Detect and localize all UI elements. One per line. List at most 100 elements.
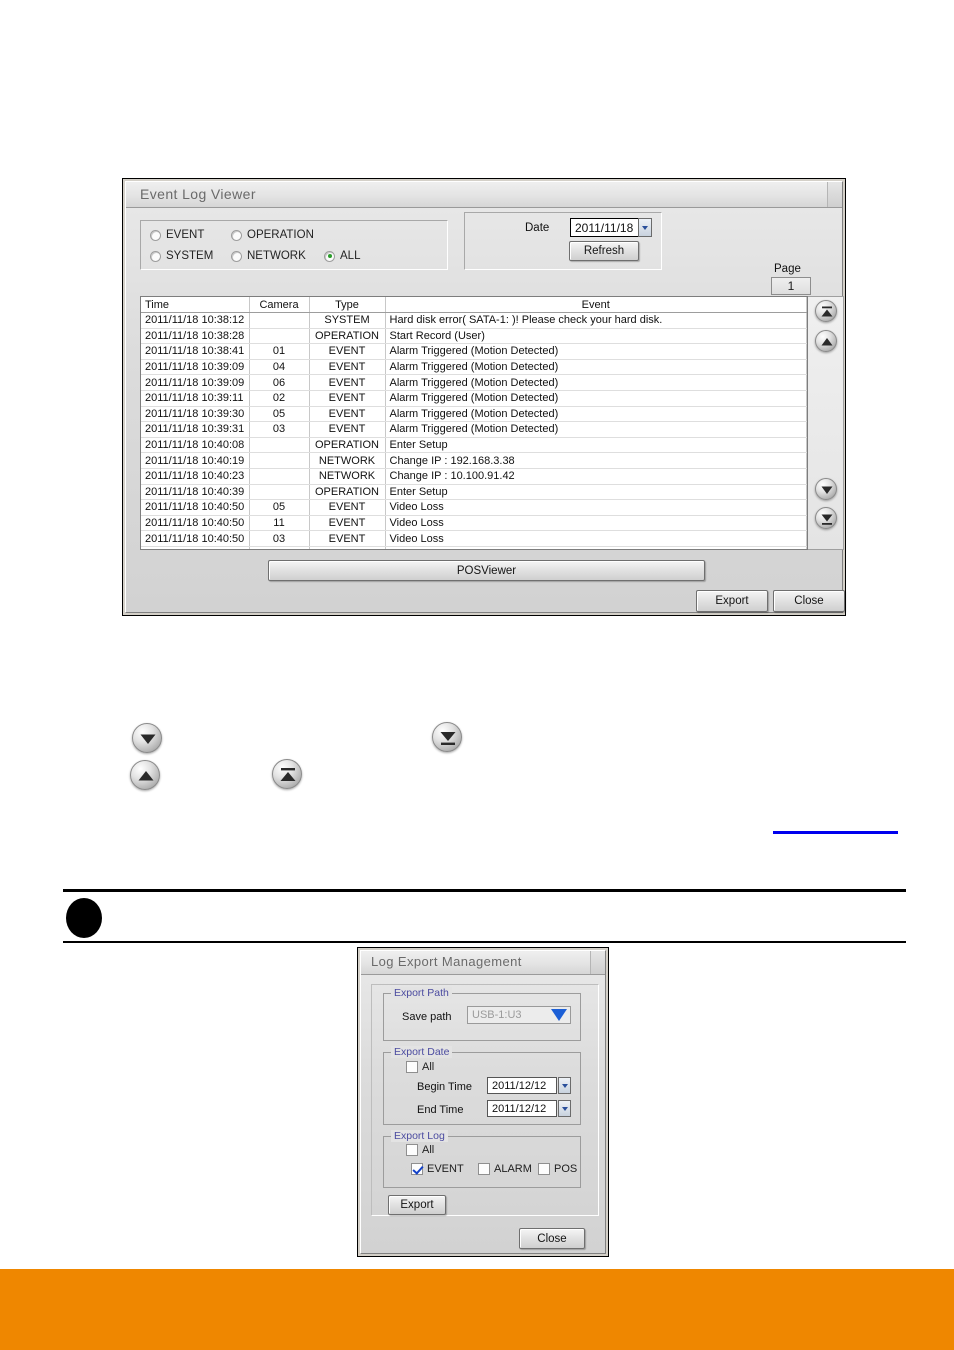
export-log-event-checkbox-icon[interactable]	[411, 1163, 423, 1175]
export-date-all-label: All	[422, 1061, 435, 1073]
radio-system-icon[interactable]	[150, 250, 161, 262]
column-header-event[interactable]: Event	[385, 297, 807, 313]
cell-event: Alarm Triggered (Motion Detected)	[385, 374, 807, 391]
legend-bottom-arrow-button[interactable]	[432, 722, 462, 752]
radio-system[interactable]: SYSTEM	[150, 250, 213, 262]
end-time-dropdown-arrow[interactable]	[558, 1100, 571, 1117]
date-filter-group: Date 2011/11/18 Refresh	[464, 212, 662, 270]
page-number-box[interactable]: 1	[771, 277, 811, 295]
table-row[interactable]: 2011/11/18 10:40:5004EVENTVideo Loss	[141, 546, 807, 549]
table-row[interactable]: 2011/11/18 10:39:31 03 EVENT Alarm Triggere…	[141, 421, 807, 438]
export-date-all-checkbox[interactable]: All	[406, 1061, 434, 1073]
column-header-type[interactable]: Type	[309, 297, 386, 313]
export-log-all-checkbox[interactable]: All	[406, 1144, 434, 1156]
log-export-titlebar: Log Export Management	[361, 951, 605, 975]
chevron-down-icon	[561, 1083, 568, 1088]
table-row[interactable]: 2011/11/18 10:38:41 01 EVENT Alarm Triggere…	[141, 343, 807, 360]
cell-event: Video Loss	[385, 546, 807, 549]
down-arrow-icon	[821, 486, 833, 494]
event-log-viewer-titlebar: Event Log Viewer	[126, 182, 842, 208]
begin-time-dropdown-arrow[interactable]	[558, 1077, 571, 1094]
hyperlink-underline[interactable]	[773, 831, 898, 834]
begin-time-label: Begin Time	[417, 1081, 473, 1093]
scroll-up-button[interactable]	[815, 330, 837, 352]
cell-type: NETWORK	[309, 452, 386, 469]
table-row[interactable]: 2011/11/18 10:38:12 SYSTEM Hard disk error…	[141, 312, 807, 329]
cell-camera	[249, 437, 310, 454]
table-row[interactable]: 2011/11/18 10:40:50 03 EVENT Video Loss	[141, 530, 807, 547]
export-log-event-checkbox[interactable]: EVENT	[411, 1163, 464, 1175]
refresh-button[interactable]: Refresh	[569, 241, 639, 261]
cell-event: Alarm Triggered (Motion Detected)	[385, 406, 807, 423]
cell-camera: 01	[249, 343, 310, 360]
radio-all[interactable]: ALL	[324, 250, 360, 262]
table-row[interactable]: 2011/11/18 10:38:28 OPERATION Start Record…	[141, 328, 807, 345]
column-header-time[interactable]: Time	[141, 297, 250, 313]
export-log-all-checkbox-icon[interactable]	[406, 1144, 418, 1156]
export-log-pos-checkbox[interactable]: POS	[538, 1163, 577, 1175]
export-log-all-label: All	[422, 1144, 435, 1156]
end-time-input[interactable]: 2011/12/12	[487, 1100, 557, 1117]
cell-event: Alarm Triggered (Motion Detected)	[385, 421, 807, 438]
export-button[interactable]: Export	[696, 590, 768, 612]
dialog-inner-surface: Event Log Viewer EVENT OPERATION SYSTEM …	[125, 181, 845, 613]
log-export-management-dialog: Log Export Management Export Path Save p…	[357, 947, 609, 1257]
export-confirm-button[interactable]: Export	[388, 1195, 446, 1215]
radio-network-icon[interactable]	[231, 250, 242, 262]
close-button[interactable]: Close	[773, 590, 845, 612]
cell-time: 2011/11/18 10:38:41	[141, 343, 250, 360]
table-row[interactable]: 2011/11/18 10:40:19 NETWORK Change IP : 19…	[141, 452, 807, 469]
scroll-down-button[interactable]	[815, 478, 837, 500]
event-log-table[interactable]: Time Camera Type Event 2011/11/18 10:38:…	[140, 296, 808, 550]
scroll-to-bottom-button[interactable]	[815, 507, 837, 529]
radio-network[interactable]: NETWORK	[231, 250, 306, 262]
table-row[interactable]: 2011/11/18 10:39:09 06 EVENT Alarm Triggere…	[141, 374, 807, 391]
table-row[interactable]: 2011/11/18 10:39:30 05 EVENT Alarm Triggere…	[141, 406, 807, 423]
radio-operation[interactable]: OPERATION	[231, 229, 314, 241]
legend-top-arrow-button[interactable]	[272, 759, 302, 789]
export-log-alarm-label: ALARM	[494, 1163, 532, 1175]
posviewer-button[interactable]: POSViewer	[268, 560, 705, 581]
radio-event-icon[interactable]	[150, 229, 161, 241]
export-date-all-checkbox-icon[interactable]	[406, 1061, 418, 1073]
date-label: Date	[525, 222, 550, 234]
table-row[interactable]: 2011/11/18 10:40:23 NETWORK Change IP : 10…	[141, 468, 807, 485]
legend-up-arrow-button[interactable]	[130, 760, 160, 790]
cell-time: 2011/11/18 10:40:23	[141, 468, 250, 485]
scroll-to-top-button[interactable]	[815, 300, 837, 322]
export-date-group: Export Date All Begin Time 2011/12/12 En…	[383, 1046, 581, 1125]
export-dialog-close-button[interactable]: Close	[519, 1228, 585, 1249]
date-input[interactable]: 2011/11/18	[570, 218, 638, 237]
cell-type: EVENT	[309, 546, 386, 549]
table-row[interactable]: 2011/11/18 10:40:08 OPERATION Enter Setup	[141, 437, 807, 454]
export-path-legend: Export Path	[391, 987, 452, 999]
cell-time: 2011/11/18 10:40:39	[141, 484, 250, 501]
section-divider-top	[63, 889, 906, 892]
radio-all-icon[interactable]	[324, 250, 335, 262]
chevron-down-icon	[642, 225, 648, 230]
cell-event: Alarm Triggered (Motion Detected)	[385, 343, 807, 360]
export-log-group: Export Log All EVENT ALARM POS	[383, 1130, 581, 1188]
radio-event[interactable]: EVENT	[150, 229, 204, 241]
table-row[interactable]: 2011/11/18 10:40:50 11 EVENT Video Loss	[141, 515, 807, 532]
export-log-alarm-checkbox[interactable]: ALARM	[478, 1163, 532, 1175]
date-dropdown-arrow[interactable]	[638, 218, 652, 237]
legend-down-arrow-button[interactable]	[132, 723, 162, 753]
top-arrow-icon	[821, 306, 833, 317]
export-log-pos-checkbox-icon[interactable]	[538, 1163, 550, 1175]
cell-camera: 05	[249, 406, 310, 423]
table-row[interactable]: 2011/11/18 10:39:09 04 EVENT Alarm Triggere…	[141, 359, 807, 376]
table-row[interactable]: 2011/11/18 10:40:50 05 EVENT Video Loss	[141, 499, 807, 516]
radio-event-label: EVENT	[166, 229, 205, 241]
cell-time: 2011/11/18 10:40:50	[141, 499, 250, 516]
radio-all-label: ALL	[340, 250, 361, 262]
export-log-alarm-checkbox-icon[interactable]	[478, 1163, 490, 1175]
event-log-table-inner: Time Camera Type Event 2011/11/18 10:38:…	[141, 297, 807, 549]
radio-operation-icon[interactable]	[231, 229, 242, 241]
column-header-camera[interactable]: Camera	[249, 297, 310, 313]
titlebar-grip	[827, 182, 842, 207]
table-row[interactable]: 2011/11/18 10:39:11 02 EVENT Alarm Triggere…	[141, 390, 807, 407]
table-row[interactable]: 2011/11/18 10:40:39 OPERATION Enter Setup	[141, 484, 807, 501]
dropdown-arrow-icon[interactable]	[549, 1008, 569, 1022]
begin-time-input[interactable]: 2011/12/12	[487, 1077, 557, 1094]
